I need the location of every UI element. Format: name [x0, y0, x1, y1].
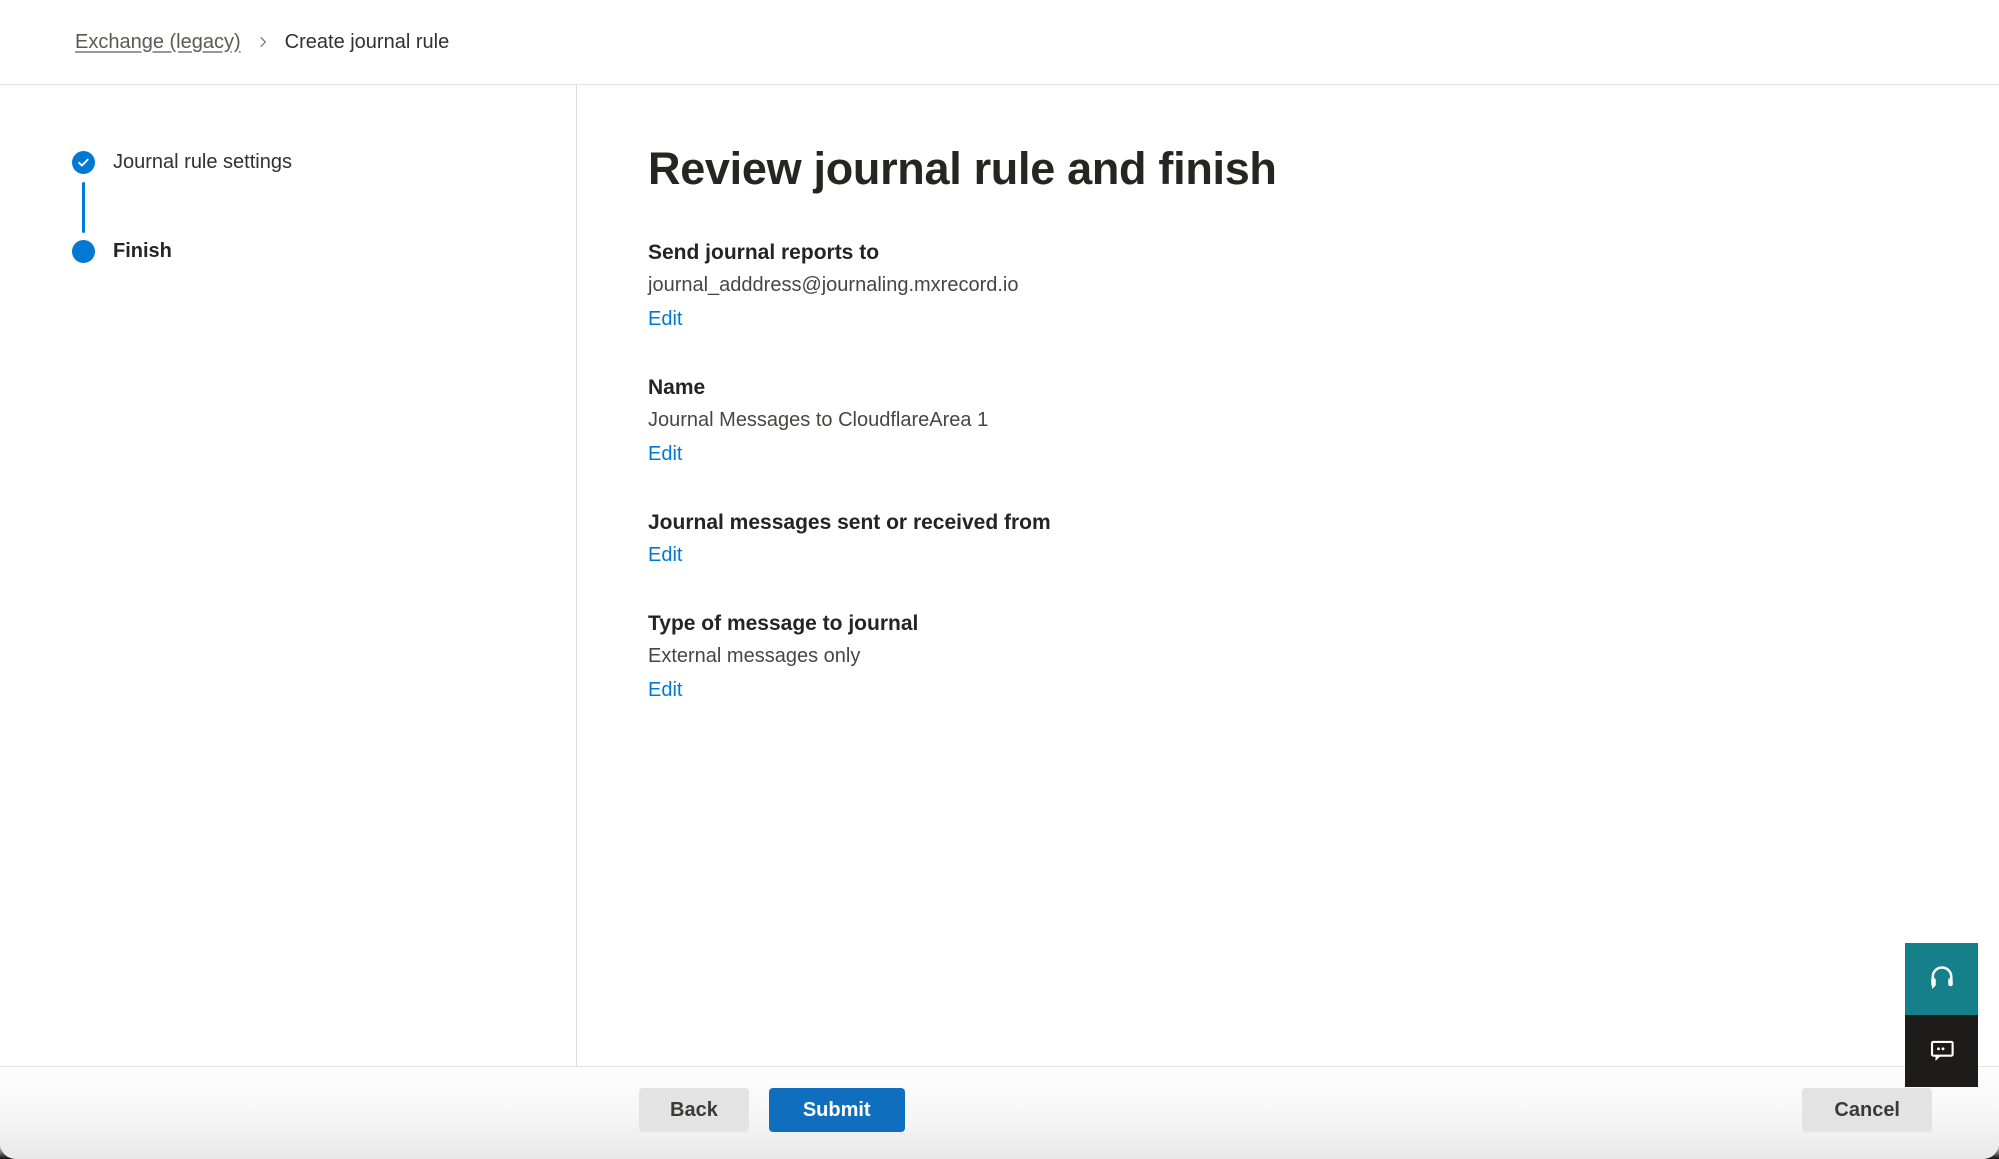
- section-label: Type of message to journal: [648, 611, 1959, 637]
- wizard-body: Journal rule settings Finish Review jour…: [0, 85, 1999, 1067]
- review-content: Review journal rule and finish Send jour…: [577, 85, 1999, 1066]
- review-section-journal-scope: Journal messages sent or received from E…: [648, 510, 1959, 568]
- create-journal-rule-page: Exchange (legacy) Create journal rule Jo…: [0, 0, 1999, 1159]
- section-label: Journal messages sent or received from: [648, 510, 1959, 536]
- wizard-step-finish[interactable]: Finish: [72, 240, 576, 263]
- floating-help-widgets: [1905, 943, 1978, 1087]
- review-section-name: Name Journal Messages to CloudflareArea …: [648, 375, 1959, 467]
- headset-icon: [1927, 963, 1957, 996]
- breadcrumb: Exchange (legacy) Create journal rule: [0, 0, 1999, 85]
- message-type-value: External messages only: [648, 643, 1959, 669]
- page-title: Review journal rule and finish: [648, 141, 1959, 197]
- edit-message-type-link[interactable]: Edit: [648, 677, 682, 703]
- cancel-button[interactable]: Cancel: [1802, 1088, 1932, 1132]
- feedback-button[interactable]: [1905, 1015, 1978, 1087]
- wizard-step-journal-rule-settings[interactable]: Journal rule settings: [72, 151, 576, 174]
- edit-send-journal-reports-link[interactable]: Edit: [648, 306, 682, 332]
- feedback-icon: [1927, 1035, 1957, 1068]
- rule-name-value: Journal Messages to CloudflareArea 1: [648, 407, 1959, 433]
- breadcrumb-current-page: Create journal rule: [285, 31, 450, 54]
- wizard-footer: Back Submit Cancel: [0, 1067, 1999, 1159]
- step-label: Finish: [113, 240, 172, 263]
- journal-report-address-value: journal_adddress@journaling.mxrecord.io: [648, 272, 1959, 298]
- edit-journal-scope-link[interactable]: Edit: [648, 542, 682, 568]
- back-button[interactable]: Back: [639, 1088, 749, 1132]
- section-label: Send journal reports to: [648, 240, 1959, 266]
- submit-button[interactable]: Submit: [769, 1088, 905, 1132]
- footer-left-actions: Back Submit: [639, 1088, 905, 1132]
- review-section-send-journal-reports: Send journal reports to journal_adddress…: [648, 240, 1959, 332]
- wizard-steps-panel: Journal rule settings Finish: [0, 85, 577, 1066]
- app-window: Exchange (legacy) Create journal rule Jo…: [0, 0, 1999, 1159]
- breadcrumb-exchange-legacy-link[interactable]: Exchange (legacy): [75, 31, 241, 54]
- step-complete-check-icon: [72, 151, 95, 174]
- chevron-right-icon: [256, 35, 270, 49]
- step-label: Journal rule settings: [113, 151, 292, 174]
- step-current-dot-icon: [72, 240, 95, 263]
- support-button[interactable]: [1905, 943, 1978, 1015]
- section-label: Name: [648, 375, 1959, 401]
- step-connector-line: [82, 182, 85, 233]
- edit-name-link[interactable]: Edit: [648, 441, 682, 467]
- review-section-message-type: Type of message to journal External mess…: [648, 611, 1959, 703]
